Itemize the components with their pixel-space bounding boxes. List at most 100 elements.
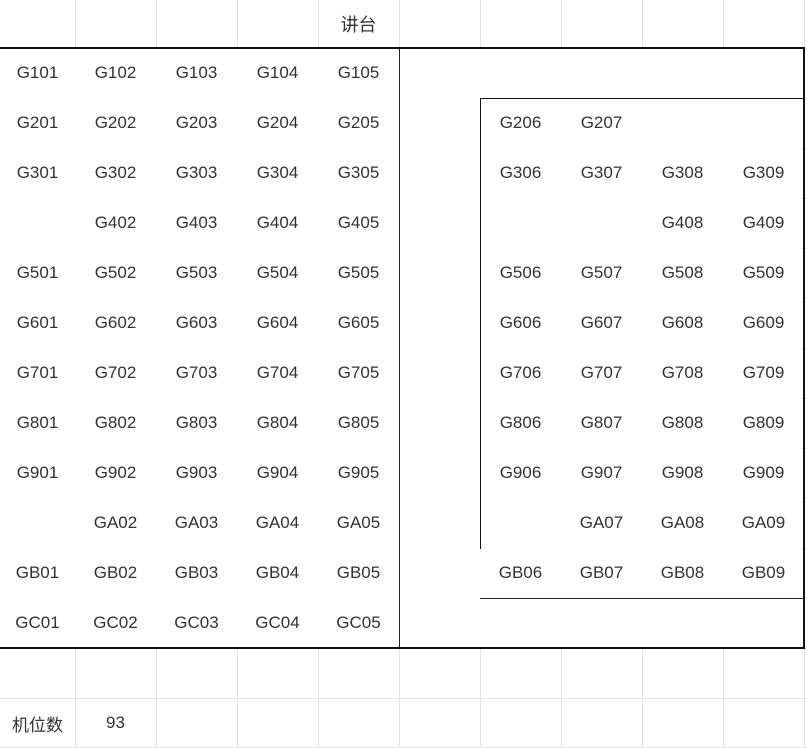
seat-cell[interactable]: G609 (723, 298, 805, 349)
seat-cell[interactable]: G908 (642, 448, 724, 499)
seat-cell[interactable]: G101 (0, 48, 76, 99)
seat-cell[interactable]: GB07 (561, 548, 643, 599)
seat-cell[interactable]: GC04 (237, 598, 319, 649)
seat-cell[interactable] (642, 98, 724, 149)
seat-cell[interactable]: G903 (156, 448, 238, 499)
seat-cell[interactable]: G105 (318, 48, 400, 99)
seat-cell[interactable]: G205 (318, 98, 400, 149)
seat-cell[interactable]: G203 (156, 98, 238, 149)
seat-cell[interactable]: G201 (0, 98, 76, 149)
seat-cell[interactable] (723, 98, 805, 149)
seat-cell[interactable]: G806 (480, 398, 562, 449)
seat-cell[interactable]: GB02 (75, 548, 157, 599)
seat-cell[interactable]: G802 (75, 398, 157, 449)
seat-cell[interactable]: G501 (0, 248, 76, 299)
seat-cell[interactable]: G103 (156, 48, 238, 99)
seat-cell[interactable]: GB03 (156, 548, 238, 599)
seat-cell[interactable]: G506 (480, 248, 562, 299)
seat-cell[interactable]: GB01 (0, 548, 76, 599)
seat-cell[interactable]: G503 (156, 248, 238, 299)
seat-cell[interactable]: GA04 (237, 498, 319, 549)
seat-cell[interactable]: G206 (480, 98, 562, 149)
seat-cell[interactable]: G702 (75, 348, 157, 399)
seat-cell[interactable]: G708 (642, 348, 724, 399)
seat-cell[interactable]: G601 (0, 298, 76, 349)
seat-cell[interactable]: G705 (318, 348, 400, 399)
seat-cell[interactable]: G909 (723, 448, 805, 499)
seat-cell[interactable]: GC05 (318, 598, 400, 649)
seat-cell[interactable]: GA05 (318, 498, 400, 549)
seat-cell[interactable]: G508 (642, 248, 724, 299)
seat-cell[interactable]: G301 (0, 148, 76, 199)
seat-cell[interactable]: G303 (156, 148, 238, 199)
seat-cell[interactable]: GA03 (156, 498, 238, 549)
seat-cell[interactable]: GB04 (237, 548, 319, 599)
seat-cell[interactable]: G409 (723, 198, 805, 249)
seat-cell[interactable]: G505 (318, 248, 400, 299)
seat-cell[interactable]: G509 (723, 248, 805, 299)
seat-cell[interactable]: G906 (480, 448, 562, 499)
seat-cell[interactable]: G504 (237, 248, 319, 299)
seat-cell[interactable]: G904 (237, 448, 319, 499)
seat-cell[interactable]: G403 (156, 198, 238, 249)
seat-cell[interactable]: G502 (75, 248, 157, 299)
seat-cell[interactable]: G706 (480, 348, 562, 399)
seat-cell[interactable]: G905 (318, 448, 400, 499)
seat-cell[interactable]: G603 (156, 298, 238, 349)
seat-cell[interactable]: G207 (561, 98, 643, 149)
seat-cell[interactable]: G307 (561, 148, 643, 199)
seat-cell[interactable]: G302 (75, 148, 157, 199)
seat-cell[interactable]: G405 (318, 198, 400, 249)
seat-cell[interactable]: G808 (642, 398, 724, 449)
seat-cell[interactable]: G805 (318, 398, 400, 449)
seat-cell[interactable]: G703 (156, 348, 238, 399)
seat-cell[interactable]: G701 (0, 348, 76, 399)
seat-cell[interactable]: GB09 (723, 548, 805, 599)
seat-cell[interactable] (561, 198, 643, 249)
seat-cell[interactable]: G608 (642, 298, 724, 349)
seat-cell[interactable]: G104 (237, 48, 319, 99)
seat-cell[interactable]: G204 (237, 98, 319, 149)
seat-cell[interactable]: GB08 (642, 548, 724, 599)
seat-cell[interactable]: GB06 (480, 548, 562, 599)
seat-cell[interactable]: G606 (480, 298, 562, 349)
seat-cell[interactable]: G907 (561, 448, 643, 499)
seat-cell[interactable]: GA09 (723, 498, 805, 549)
seat-cell[interactable]: GA08 (642, 498, 724, 549)
seat-cell[interactable]: G507 (561, 248, 643, 299)
seat-cell[interactable]: G901 (0, 448, 76, 499)
seat-cell[interactable]: G402 (75, 198, 157, 249)
seat-cell[interactable]: G607 (561, 298, 643, 349)
seat-cell[interactable]: G604 (237, 298, 319, 349)
seat-cell[interactable]: GB05 (318, 548, 400, 599)
seat-cell[interactable]: G404 (237, 198, 319, 249)
seat-cell[interactable]: G305 (318, 148, 400, 199)
seat-cell[interactable]: G707 (561, 348, 643, 399)
seat-cell[interactable]: G704 (237, 348, 319, 399)
seat-cell[interactable]: G902 (75, 448, 157, 499)
seat-cell[interactable]: G801 (0, 398, 76, 449)
seat-cell[interactable] (0, 198, 76, 249)
seat-cell[interactable] (480, 198, 562, 249)
seat-cell[interactable]: G408 (642, 198, 724, 249)
seat-cell[interactable]: GC03 (156, 598, 238, 649)
seat-cell[interactable] (480, 498, 562, 549)
seat-cell[interactable]: G308 (642, 148, 724, 199)
seat-cell[interactable]: GC02 (75, 598, 157, 649)
seat-cell[interactable]: GC01 (0, 598, 76, 649)
seat-cell[interactable]: G309 (723, 148, 805, 199)
seat-cell[interactable]: G304 (237, 148, 319, 199)
seat-cell[interactable]: G605 (318, 298, 400, 349)
seat-cell[interactable]: GA02 (75, 498, 157, 549)
seat-cell[interactable]: G807 (561, 398, 643, 449)
seat-cell[interactable]: G709 (723, 348, 805, 399)
seat-cell[interactable]: GA07 (561, 498, 643, 549)
seat-cell[interactable]: G803 (156, 398, 238, 449)
seat-cell[interactable]: G306 (480, 148, 562, 199)
seat-cell[interactable]: G102 (75, 48, 157, 99)
seat-cell[interactable]: G804 (237, 398, 319, 449)
seat-cell[interactable]: G602 (75, 298, 157, 349)
seat-cell[interactable]: G809 (723, 398, 805, 449)
seat-cell[interactable]: G202 (75, 98, 157, 149)
seat-cell[interactable] (0, 498, 76, 549)
